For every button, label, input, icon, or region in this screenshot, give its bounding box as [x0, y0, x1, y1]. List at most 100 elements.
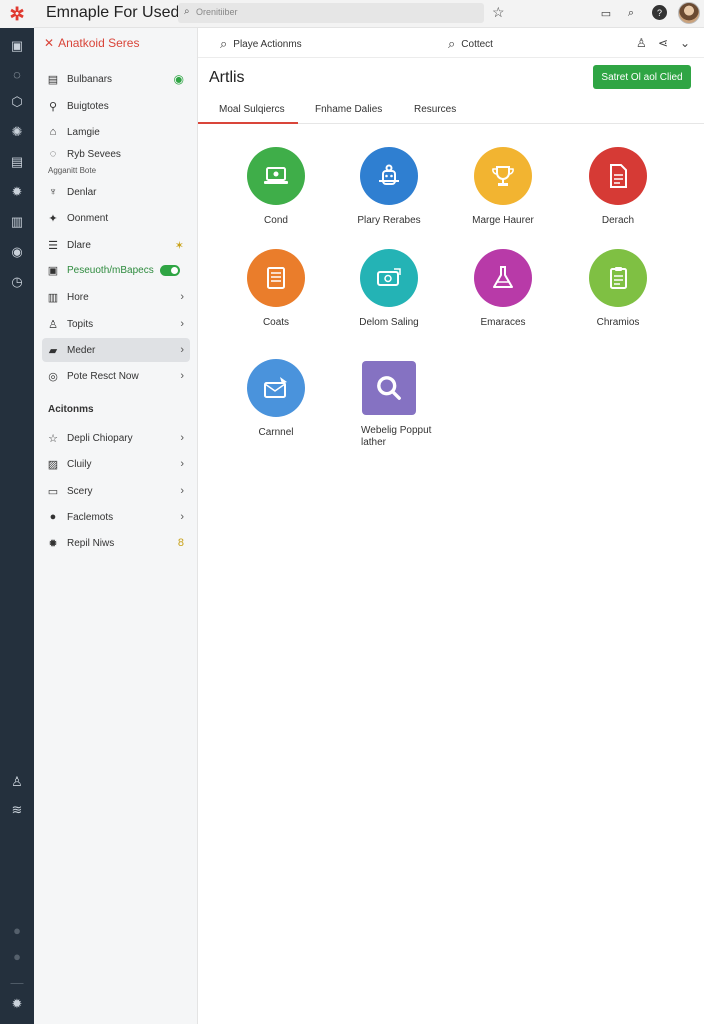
sidebar-item-meder[interactable]: ▰ Meder › — [42, 338, 190, 362]
app-tile-emaraces[interactable]: Emaraces — [448, 249, 558, 329]
bulb-icon: ◎ — [48, 370, 58, 383]
app-tile-delom-saling[interactable]: Delom Saling — [334, 249, 444, 329]
person-icon[interactable]: ♙ — [636, 36, 647, 50]
lamp-icon: ♆ — [48, 186, 58, 198]
table-icon: ▣ — [47, 264, 59, 277]
app-tile-cond[interactable]: Cond — [221, 147, 331, 227]
person-icon: ♙ — [48, 318, 58, 331]
sidebar-item-label: Pote Resct Now — [67, 370, 139, 382]
app-tile-marge-haurer[interactable]: Marge Haurer — [448, 147, 558, 227]
building-icon[interactable]: ▥ — [7, 212, 27, 232]
sidebar-item-peseuoth[interactable]: ▣ Peseuoth/mBapecs — [42, 258, 190, 282]
help-icon[interactable]: ? — [652, 5, 667, 20]
settings-icon[interactable]: ✹ — [7, 994, 27, 1014]
share-icon[interactable]: ⋖ — [658, 36, 668, 50]
content-toolbar: ⌕ Playe Actionms ⌕ Cottect ♙ ⋖ ⌄ — [198, 28, 704, 58]
sidebar-item-label: Dlare — [67, 239, 91, 251]
actions-search-label: Playe Actionms — [233, 38, 302, 50]
clipboard-icon — [589, 249, 647, 307]
sidebar-item-hore[interactable]: ▥ Hore › — [42, 285, 190, 309]
list-icon: ☰ — [48, 239, 58, 252]
laptop-icon — [247, 147, 305, 205]
sidebar: ✕ Anatkoid Seres ▤ Bulbanars ◉ ⚲ Buigtot… — [34, 28, 198, 1024]
sidebar-action-faclemots[interactable]: ● Faclemots › — [42, 505, 190, 529]
android-icon: ✕ — [44, 36, 55, 50]
gear-icon[interactable]: ✺ — [7, 122, 27, 142]
sidebar-action-repil-niws[interactable]: ✹ Repil Niws 8 — [42, 531, 190, 555]
star-icon: ☆ — [48, 432, 58, 445]
chevron-right-icon: › — [180, 511, 184, 523]
tab-resources[interactable]: Resurces — [414, 104, 456, 115]
sidebar-item-buigtotes[interactable]: ⚲ Buigtotes — [42, 94, 190, 118]
sidebar-item-pote-resct-now[interactable]: ◎ Pote Resct Now › — [42, 364, 190, 388]
sidebar-item-lamgie[interactable]: ⌂ Lamgie — [42, 120, 190, 144]
settings-icon[interactable]: ⬡ — [7, 92, 27, 112]
chevron-right-icon: › — [180, 458, 184, 470]
global-search-input[interactable]: ⌕ Orenitiiber — [178, 3, 484, 23]
sidebar-item-label: Oonment — [67, 212, 109, 224]
sidebar-item-label: Topits — [67, 318, 94, 330]
tile-label: Chramios — [596, 317, 640, 328]
globe-icon[interactable]: ◉ — [7, 242, 27, 262]
chat-icon[interactable]: ▤ — [7, 152, 27, 172]
collect-search[interactable]: ⌕ Cottect — [448, 36, 493, 52]
tab-bar: Moal Sulqiercs Fnhame Dalies Resurces — [198, 96, 704, 124]
trophy-icon — [474, 147, 532, 205]
app-logo-icon: ✲ — [9, 3, 25, 24]
sidebar-item-oonment[interactable]: ✦ Oonment — [42, 206, 190, 230]
sidebar-item-ryb-sevees[interactable]: ◌ Ryb Sevees — [42, 144, 190, 164]
actions-section-title: Acitonms — [48, 404, 94, 415]
sidebar-item-topits[interactable]: ♙ Topits › — [42, 312, 190, 336]
sidebar-header[interactable]: ✕ Anatkoid Seres — [44, 36, 139, 50]
layers-icon[interactable]: ≋ — [7, 800, 27, 820]
feature-toggle[interactable] — [160, 265, 180, 276]
sidebar-item-denlar[interactable]: ♆ Denlar — [42, 180, 190, 204]
app-logo[interactable]: ✲ — [0, 0, 34, 28]
chat-icon: ◌ — [49, 148, 57, 160]
top-bar: Emnaple For Used) ⌕ Orenitiiber ☆ ▭ ⌕ ? — [34, 0, 704, 28]
dot-icon: ● — [13, 948, 21, 964]
gear-icon: ✹ — [48, 537, 58, 550]
search-icon[interactable]: ⌕ — [624, 6, 638, 20]
grid-icon: ▤ — [47, 73, 59, 86]
app-tile-plary-rerabes[interactable]: Plary Rerabes — [334, 147, 444, 227]
clock-icon[interactable]: ◷ — [7, 272, 27, 292]
person-icon[interactable]: ♙ — [7, 772, 27, 792]
sidebar-action-depli-chiopary[interactable]: ☆ Depli Chiopary › — [42, 426, 190, 450]
tile-label: Plary Rerabes — [357, 215, 421, 226]
sidebar-item-label: Meder — [67, 344, 96, 356]
chevron-down-icon[interactable]: ⌄ — [680, 36, 690, 50]
search-icon — [362, 361, 416, 415]
refresh-icon[interactable]: ◌ — [7, 64, 27, 84]
tab-main[interactable]: Moal Sulqiercs — [219, 104, 285, 115]
status-dot-icon: ◉ — [173, 72, 184, 86]
app-tile-coats[interactable]: Coats — [221, 249, 331, 329]
sidebar-action-cluily[interactable]: ▨ Cluily › — [42, 452, 190, 476]
circle-icon: ● — [49, 511, 57, 523]
primary-action-button[interactable]: Satret Ol aol Clied — [593, 65, 691, 89]
flask-icon — [474, 249, 532, 307]
actions-search[interactable]: ⌕ Playe Actionms — [220, 36, 302, 52]
cog-icon[interactable]: ✹ — [7, 182, 27, 202]
avatar[interactable] — [678, 2, 700, 24]
app-tile-derach[interactable]: Derach — [563, 147, 673, 227]
search-icon: ⌕ — [448, 36, 456, 51]
sidebar-item-bulbanars[interactable]: ▤ Bulbanars ◉ — [42, 67, 190, 91]
collect-search-label: Cottect — [461, 38, 493, 50]
app-tile-chramios[interactable]: Chramios — [563, 249, 673, 329]
money-icon — [360, 249, 418, 307]
chevron-right-icon: › — [180, 485, 184, 497]
app-tile-carnnel[interactable]: Carnnel — [221, 359, 331, 439]
sidebar-action-scery[interactable]: ▭ Scery › — [42, 479, 190, 503]
bird-icon: ✦ — [48, 212, 58, 225]
star-icon[interactable]: ☆ — [492, 4, 505, 21]
window-icon[interactable]: ▭ — [599, 6, 613, 20]
search-icon: ⌕ — [220, 36, 228, 51]
sidebar-item-dlare[interactable]: ☰ Dlare ✶ — [42, 233, 190, 257]
chevron-right-icon: › — [180, 318, 184, 330]
tab-frame-dailies[interactable]: Fnhame Dalies — [315, 104, 382, 115]
app-tile-webelig-popput-lather[interactable]: Webelig Popput lather — [334, 359, 444, 449]
home-icon[interactable]: ▣ — [7, 36, 27, 56]
mail-icon — [247, 359, 305, 417]
notebook-icon — [247, 249, 305, 307]
